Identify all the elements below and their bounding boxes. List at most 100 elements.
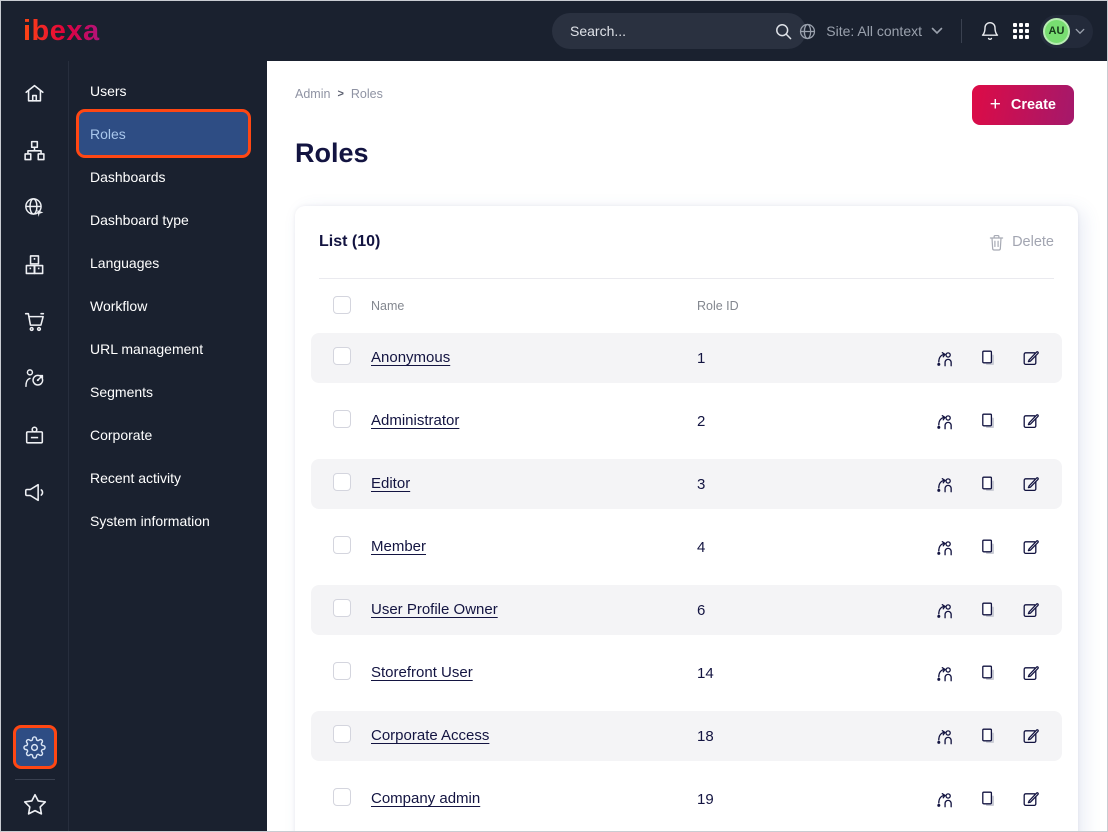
rail-divider <box>14 779 55 780</box>
settings-gear-icon[interactable] <box>12 725 57 769</box>
sidebar-item-url-management[interactable]: URL management <box>69 327 267 370</box>
sidebar-item-corporate[interactable]: Corporate <box>69 413 267 456</box>
icon-rail <box>1 61 69 831</box>
global-search[interactable] <box>552 13 806 49</box>
role-id: 3 <box>697 475 706 493</box>
edit-icon[interactable] <box>1022 475 1040 493</box>
copy-icon[interactable] <box>979 538 997 556</box>
role-id: 18 <box>697 727 714 745</box>
copy-icon[interactable] <box>979 601 997 619</box>
site-globe-icon[interactable] <box>1 179 69 236</box>
avatar[interactable]: AU <box>1043 17 1070 45</box>
personalization-target-icon[interactable] <box>1 350 69 407</box>
role-name-link[interactable]: Member <box>371 538 426 555</box>
role-name-link[interactable]: Anonymous <box>371 349 450 366</box>
copy-icon[interactable] <box>979 412 997 430</box>
create-button-label: Create <box>1010 97 1056 113</box>
breadcrumb: Admin > Roles <box>295 86 1076 102</box>
role-name-link[interactable]: Storefront User <box>371 664 473 681</box>
assign-user-icon[interactable] <box>935 790 954 809</box>
sidebar-item-languages[interactable]: Languages <box>69 241 267 284</box>
copy-icon[interactable] <box>979 475 997 493</box>
site-context-selector[interactable]: Site: All context <box>826 23 922 39</box>
table-header-row: Name Role ID <box>311 279 1062 333</box>
role-name-link[interactable]: Corporate Access <box>371 727 489 744</box>
column-header-name: Name <box>371 299 405 313</box>
sidebar-item-roles[interactable]: Roles <box>79 112 248 155</box>
assign-user-icon[interactable] <box>935 601 954 620</box>
edit-icon[interactable] <box>1022 601 1040 619</box>
row-checkbox[interactable] <box>333 661 351 680</box>
commerce-cart-icon[interactable] <box>1 293 69 350</box>
topbar-right-cluster: Site: All context AU <box>798 1 1093 61</box>
topbar: ibexa Site: All context AU <box>1 1 1107 61</box>
row-checkbox[interactable] <box>333 787 351 806</box>
edit-icon[interactable] <box>1022 727 1040 745</box>
sidebar-item-segments[interactable]: Segments <box>69 370 267 413</box>
corporate-badge-icon[interactable] <box>1 407 69 464</box>
content-tree-icon[interactable] <box>1 122 69 179</box>
sidebar-item-workflow[interactable]: Workflow <box>69 284 267 327</box>
role-name-link[interactable]: Administrator <box>371 412 459 429</box>
breadcrumb-roles[interactable]: Roles <box>351 86 383 102</box>
row-checkbox[interactable] <box>333 724 351 743</box>
role-name-link[interactable]: Company admin <box>371 790 480 807</box>
edit-icon[interactable] <box>1022 349 1040 367</box>
assign-user-icon[interactable] <box>935 412 954 431</box>
sidebar-item-users[interactable]: Users <box>69 69 267 112</box>
admin-submenu: Users Roles Dashboards Dashboard type La… <box>69 61 267 831</box>
promotions-megaphone-icon[interactable] <box>1 464 69 521</box>
role-id: 14 <box>697 664 714 682</box>
chevron-down-icon[interactable] <box>931 27 943 35</box>
assign-user-icon[interactable] <box>935 727 954 746</box>
row-checkbox[interactable] <box>333 598 351 617</box>
row-checkbox[interactable] <box>333 472 351 491</box>
roles-list-card: List (10) Delete Name Role ID Anonymous … <box>295 206 1078 831</box>
row-checkbox[interactable] <box>333 346 351 365</box>
role-id: 1 <box>697 349 706 367</box>
chevron-down-icon[interactable] <box>1075 28 1085 35</box>
search-icon[interactable] <box>775 23 792 40</box>
sidebar-item-recent-activity[interactable]: Recent activity <box>69 456 267 499</box>
copy-icon[interactable] <box>979 664 997 682</box>
home-icon[interactable] <box>1 65 69 122</box>
sidebar-item-system-information[interactable]: System information <box>69 499 267 542</box>
assign-user-icon[interactable] <box>935 349 954 368</box>
bookmarks-star-icon[interactable] <box>22 790 48 822</box>
card-header: List (10) Delete <box>311 206 1062 278</box>
plus-icon: + <box>989 93 1001 115</box>
edit-icon[interactable] <box>1022 538 1040 556</box>
app-grid-icon[interactable] <box>1013 23 1029 39</box>
copy-icon[interactable] <box>979 349 997 367</box>
row-checkbox[interactable] <box>333 409 351 428</box>
copy-icon[interactable] <box>979 790 997 808</box>
row-checkbox[interactable] <box>333 535 351 554</box>
role-name-link[interactable]: User Profile Owner <box>371 601 498 618</box>
sidebar-item-dashboard-type[interactable]: Dashboard type <box>69 198 267 241</box>
select-all-checkbox[interactable] <box>333 295 351 314</box>
edit-icon[interactable] <box>1022 790 1040 808</box>
table-row: Anonymous 1 <box>311 333 1062 383</box>
table-row: Administrator 2 <box>311 396 1062 446</box>
assign-user-icon[interactable] <box>935 664 954 683</box>
sidebar-item-dashboards[interactable]: Dashboards <box>69 155 267 198</box>
table-row: Member 4 <box>311 522 1062 572</box>
search-input[interactable] <box>570 23 775 39</box>
role-id: 19 <box>697 790 714 808</box>
delete-button[interactable]: Delete <box>989 234 1054 251</box>
ibexa-admin-window: ibexa Site: All context AU <box>0 0 1108 832</box>
role-name-link[interactable]: Editor <box>371 475 410 492</box>
edit-icon[interactable] <box>1022 412 1040 430</box>
assign-user-icon[interactable] <box>935 538 954 557</box>
assign-user-icon[interactable] <box>935 475 954 494</box>
ibexa-logo[interactable]: ibexa <box>23 14 100 48</box>
create-button[interactable]: + Create <box>971 85 1074 125</box>
user-menu[interactable]: AU <box>1040 14 1093 48</box>
role-id: 2 <box>697 412 706 430</box>
bell-icon[interactable] <box>980 21 1000 41</box>
breadcrumb-admin[interactable]: Admin <box>295 86 330 102</box>
products-boxes-icon[interactable] <box>1 236 69 293</box>
table-row: Corporate Access 18 <box>311 711 1062 761</box>
edit-icon[interactable] <box>1022 664 1040 682</box>
copy-icon[interactable] <box>979 727 997 745</box>
